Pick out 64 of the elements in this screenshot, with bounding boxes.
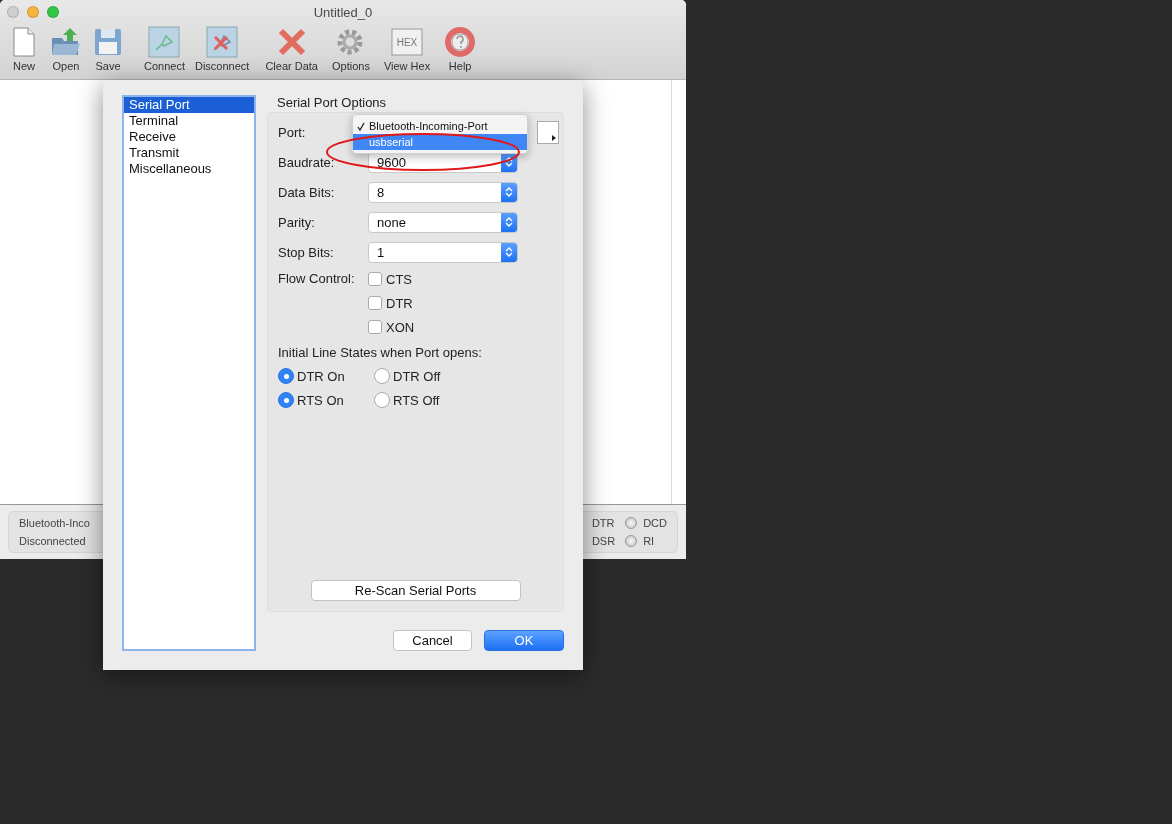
- select-field[interactable]: 1: [368, 241, 518, 263]
- stepper-icon: [505, 156, 513, 168]
- checkmark-icon: [357, 121, 365, 131]
- toolbar-button[interactable]: Clear Data: [261, 26, 322, 72]
- toolbar-button[interactable]: Open: [46, 26, 86, 72]
- checkbox[interactable]: [368, 272, 382, 286]
- signal-label: RI: [643, 535, 655, 547]
- checkbox-label: XON: [386, 319, 415, 335]
- field-label: Flow Control:: [278, 271, 356, 288]
- signal-label: DCD: [643, 517, 667, 529]
- menu-item[interactable]: Bluetooth-Incoming-Port: [353, 118, 527, 134]
- toolbar-button[interactable]: Connect: [140, 26, 189, 72]
- field-label: Baudrate:: [278, 154, 336, 170]
- checkbox[interactable]: [368, 320, 382, 334]
- toolbar-button[interactable]: Options: [328, 26, 374, 72]
- window-title: Untitled_0: [313, 4, 373, 20]
- checkbox[interactable]: [368, 296, 382, 310]
- radio-label: RTS Off: [393, 392, 440, 408]
- signal-label: DTR: [591, 517, 616, 529]
- cancel-button[interactable]: Cancel: [393, 630, 472, 651]
- field-label: Data Bits:: [278, 184, 336, 200]
- category-item[interactable]: Serial Port: [124, 97, 254, 113]
- category-item[interactable]: Miscellaneous: [124, 161, 254, 177]
- checkbox-label: DTR: [386, 295, 413, 311]
- toolbar-button[interactable]: New: [4, 26, 44, 72]
- radio-button[interactable]: [278, 392, 294, 408]
- connection-status: Disconnected: [19, 535, 87, 547]
- stepper-icon: [505, 216, 513, 228]
- port-menu-button[interactable]: [537, 120, 559, 144]
- radio-label: DTR On: [297, 368, 345, 384]
- checkbox-label: CTS: [386, 271, 412, 287]
- minimize-button[interactable]: [27, 6, 39, 18]
- signal-label: DSR: [591, 535, 616, 547]
- stepper-icon: [505, 186, 513, 198]
- plug-icon: [148, 26, 181, 58]
- radio-button[interactable]: [374, 392, 390, 408]
- toolbar-button[interactable]: Help: [440, 26, 481, 72]
- category-item[interactable]: Terminal: [124, 113, 254, 129]
- category-item[interactable]: Receive: [124, 129, 254, 145]
- hex-icon: HEX: [391, 26, 424, 58]
- radio-label: RTS On: [297, 392, 344, 408]
- toolbar-button[interactable]: HEX View Hex: [379, 26, 435, 72]
- toolbar-button[interactable]: Disconnect: [191, 26, 254, 72]
- close-button[interactable]: [7, 6, 19, 18]
- radio-label: DTR Off: [393, 368, 441, 384]
- stepper-icon: [505, 246, 513, 258]
- port-name: Bluetooth-Inco: [19, 517, 90, 529]
- category-item[interactable]: Transmit: [124, 145, 254, 161]
- radio-button[interactable]: [374, 368, 390, 384]
- lifebuoy-icon: [444, 26, 477, 58]
- select-field[interactable]: none: [368, 211, 518, 233]
- radio-button[interactable]: [278, 368, 294, 384]
- triangle-icon: [552, 134, 556, 141]
- select-field[interactable]: 8: [368, 181, 518, 203]
- field-label: Stop Bits:: [278, 244, 335, 260]
- toolbar-button[interactable]: Save: [88, 26, 128, 72]
- zoom-button[interactable]: [47, 6, 59, 18]
- section-title: Serial Port Options: [277, 95, 388, 110]
- section-label: Initial Line States when Port opens:: [278, 345, 483, 360]
- folder-icon: [50, 26, 82, 58]
- field-label: Parity:: [278, 214, 316, 230]
- unplug-icon: [206, 26, 239, 58]
- rescan-button[interactable]: Re-Scan Serial Ports: [310, 580, 521, 601]
- field-label: Port:: [278, 124, 307, 140]
